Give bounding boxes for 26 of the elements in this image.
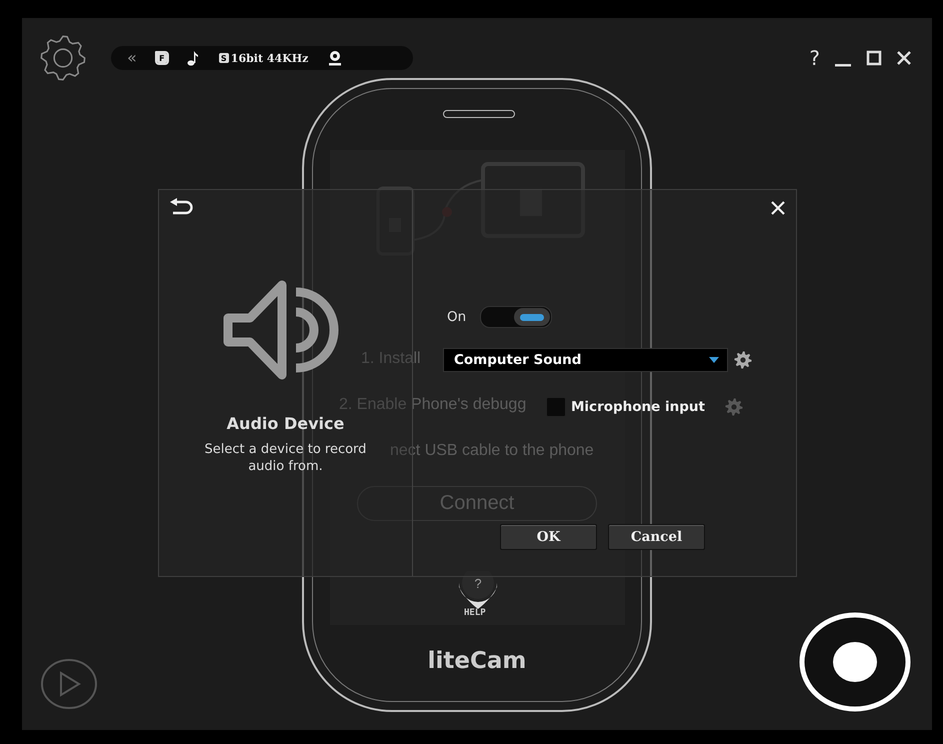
settings-icon[interactable]: [734, 351, 752, 369]
speaker-grille: [443, 110, 515, 118]
caret-icon: [709, 357, 719, 363]
source-dropdown[interactable]: Computer Sound: [443, 348, 728, 372]
toggle-label: On: [447, 309, 466, 325]
maximize-icon[interactable]: [866, 50, 882, 66]
toggle-switch[interactable]: [480, 306, 552, 328]
settings-icon[interactable]: [40, 35, 86, 81]
checkbox-label: Microphone input: [571, 399, 705, 415]
dialog-description: Select a device to record audio from.: [204, 441, 368, 475]
collapse-button[interactable]: «: [127, 50, 137, 66]
music-note-icon[interactable]: [186, 50, 199, 66]
close-icon[interactable]: [896, 50, 912, 66]
cancel-button[interactable]: Cancel: [608, 524, 705, 550]
dialog-title: Audio Device: [226, 414, 344, 433]
record-button[interactable]: [799, 612, 911, 712]
app-logo: liteCam: [428, 648, 526, 674]
webcam-icon[interactable]: [328, 50, 342, 66]
help-button[interactable]: ?: [809, 46, 820, 70]
close-icon[interactable]: [770, 200, 786, 216]
audio-format-button[interactable]: S 16bit 44KHz: [218, 52, 308, 64]
ok-button[interactable]: OK: [500, 524, 597, 550]
help-label: HELP: [464, 608, 486, 618]
microphone-checkbox[interactable]: [546, 397, 566, 417]
setup-step: nect USB cable to the phone: [390, 442, 594, 460]
fullscreen-mode-button[interactable]: F: [156, 53, 167, 63]
